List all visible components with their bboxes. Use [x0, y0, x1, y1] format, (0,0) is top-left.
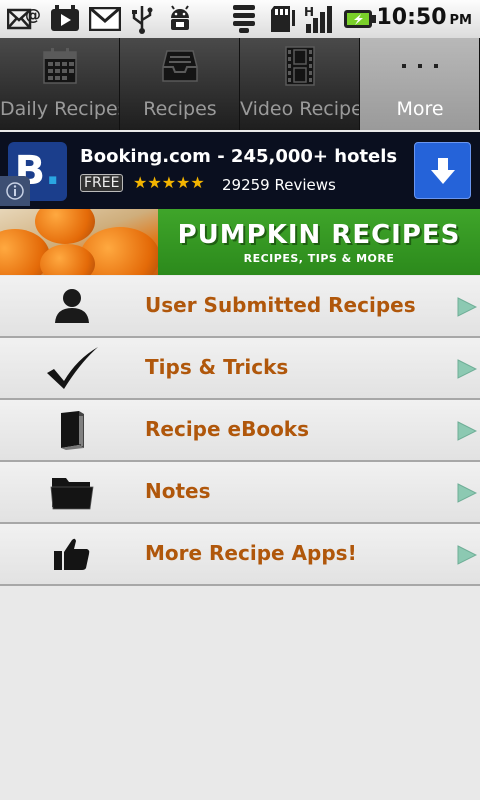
more-dots-icon	[360, 46, 479, 86]
clock: 10:50 PM	[376, 5, 473, 30]
thumbs-up-icon	[40, 530, 104, 578]
ad-title: Booking.com - 245,000+ hotels	[80, 146, 398, 167]
inbox-icon	[120, 46, 239, 86]
list-item-tips-tricks[interactable]: Tips & Tricks	[0, 338, 480, 400]
android-debug-icon	[164, 4, 196, 34]
wifi-icon	[228, 4, 260, 34]
status-bar: @ H 10:50 PM	[0, 0, 480, 39]
folder-icon	[40, 468, 104, 516]
chevron-right-icon	[457, 297, 478, 321]
ad-info-button[interactable]	[0, 176, 30, 206]
menu-list: User Submitted Recipes Tips & Tricks Rec…	[0, 276, 480, 586]
list-item-recipe-ebooks[interactable]: Recipe eBooks	[0, 400, 480, 462]
tab-bar: Daily Recipes Recipes Video Recipe More	[0, 38, 480, 130]
download-button[interactable]	[414, 142, 471, 199]
email-icon: @	[6, 4, 42, 34]
list-item-more-recipe-apps[interactable]: More Recipe Apps!	[0, 524, 480, 586]
sd-card-icon	[266, 4, 298, 34]
battery-charging-icon	[342, 4, 378, 34]
ad-banner[interactable]: B. Booking.com - 245,000+ hotels FREE ★★…	[0, 132, 480, 209]
menu-label: Tips & Tricks	[145, 355, 289, 379]
free-badge: FREE	[80, 174, 124, 192]
tab-video-recipe[interactable]: Video Recipe	[240, 38, 360, 130]
download-arrow-icon	[415, 143, 470, 198]
info-icon	[6, 182, 24, 204]
signal-icon: H	[303, 4, 337, 34]
chevron-right-icon	[457, 483, 478, 507]
rating-stars: ★★★★★	[133, 173, 205, 192]
film-icon	[240, 46, 359, 86]
promo-bar: PUMPKIN RECIPES RECIPES, TIPS & MORE	[158, 209, 480, 275]
menu-label: Recipe eBooks	[145, 417, 310, 441]
checkmark-icon	[40, 344, 104, 392]
youtube-icon	[48, 4, 82, 34]
tab-label: Daily Recipes	[0, 98, 120, 120]
list-item-notes[interactable]: Notes	[0, 462, 480, 524]
pumpkin-recipes-banner[interactable]: PUMPKIN RECIPES RECIPES, TIPS & MORE	[0, 209, 480, 275]
gmail-icon	[88, 4, 122, 34]
pumpkin-image	[0, 209, 158, 275]
tab-more[interactable]: More	[360, 38, 480, 130]
svg-text:H: H	[304, 5, 314, 19]
tab-label: Recipes	[143, 98, 217, 120]
menu-label: More Recipe Apps!	[145, 541, 357, 565]
user-icon	[40, 282, 104, 330]
review-count: 29259 Reviews	[222, 176, 336, 194]
chevron-right-icon	[457, 359, 478, 383]
menu-label: Notes	[145, 479, 211, 503]
promo-title: PUMPKIN RECIPES	[177, 220, 461, 250]
book-icon	[40, 406, 104, 454]
tab-label: Video Recipe	[240, 98, 360, 120]
tab-recipes[interactable]: Recipes	[120, 38, 240, 130]
promo-subtitle: RECIPES, TIPS & MORE	[243, 252, 395, 265]
tab-label: More	[396, 98, 444, 120]
tab-daily-recipes[interactable]: Daily Recipes	[0, 38, 120, 130]
calendar-icon	[0, 46, 119, 86]
menu-label: User Submitted Recipes	[145, 293, 416, 317]
usb-icon	[127, 4, 157, 34]
svg-text:@: @	[25, 6, 41, 24]
chevron-right-icon	[457, 421, 478, 445]
list-item-user-submitted-recipes[interactable]: User Submitted Recipes	[0, 276, 480, 338]
chevron-right-icon	[457, 545, 478, 569]
